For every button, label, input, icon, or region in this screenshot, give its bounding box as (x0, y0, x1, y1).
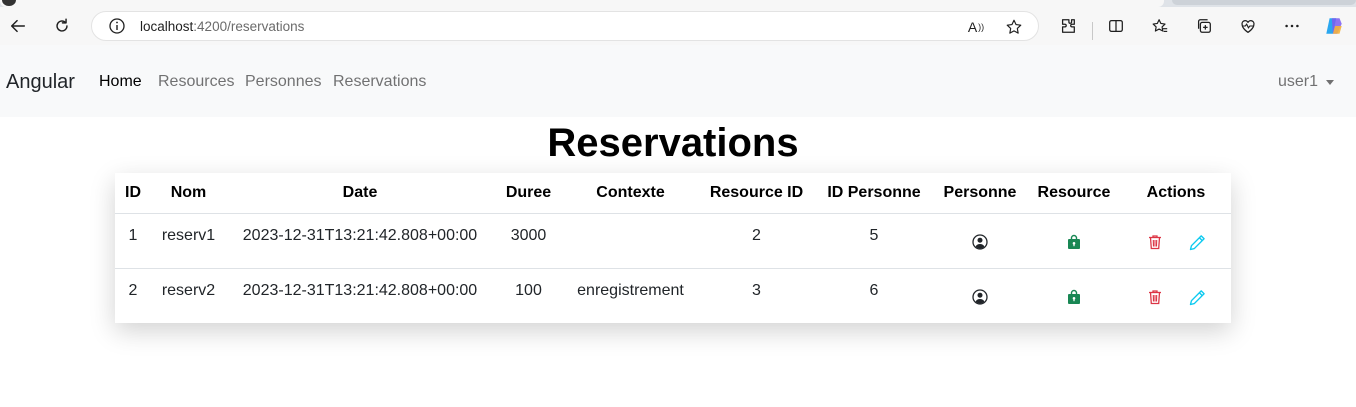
header-personne: Personne (943, 184, 1017, 201)
lock-bag-icon[interactable] (1064, 287, 1084, 307)
cell-contexte: enregistrement (577, 282, 684, 299)
read-aloud-glyph: A (967, 19, 978, 35)
performance-icon[interactable] (1235, 13, 1261, 39)
cell-actions (1121, 214, 1231, 268)
favorite-star-icon[interactable] (1004, 17, 1024, 37)
reservations-table-card: ID Nom Date Duree Contexte Resource ID I… (115, 173, 1231, 323)
more-icon[interactable] (1279, 13, 1305, 39)
cell-duree: 100 (515, 282, 542, 299)
url-host: localhost (140, 19, 194, 34)
browser-tab-strip (0, 0, 1356, 7)
cell-resource (1027, 214, 1121, 268)
page-title: Reservations (547, 121, 799, 165)
cell-id-personne: 6 (869, 282, 879, 299)
address-bar[interactable]: localhost:4200/reservations A)) (91, 11, 1039, 41)
user-dropdown[interactable]: user1 (1278, 73, 1335, 91)
nav-link-reservations[interactable]: Reservations (333, 73, 426, 91)
nav-link-personnes[interactable]: Personnes (245, 73, 322, 91)
nav-link-resources[interactable]: Resources (158, 73, 234, 91)
copilot-icon[interactable] (1321, 13, 1347, 39)
info-icon[interactable] (108, 17, 126, 35)
header-resource-id: Resource ID (709, 184, 804, 201)
cell-personne (933, 269, 1027, 324)
cell-resource-id: 2 (752, 227, 761, 244)
header-actions: Actions (1146, 184, 1206, 201)
trash-icon[interactable] (1145, 232, 1165, 252)
url-path: :4200/reservations (193, 19, 305, 34)
header-date: Date (342, 184, 378, 201)
pencil-icon[interactable] (1187, 287, 1207, 307)
header-id: ID (125, 184, 141, 201)
cell-duree: 3000 (510, 227, 547, 244)
cell-actions (1121, 269, 1231, 324)
pencil-icon[interactable] (1187, 232, 1207, 252)
browser-toolbar: localhost:4200/reservations A)) (0, 7, 1356, 45)
cell-date: 2023-12-31T13:21:42.808+00:00 (242, 227, 478, 244)
person-circle-icon[interactable] (970, 287, 990, 307)
cell-nom: reserv2 (161, 282, 216, 299)
url-text[interactable]: localhost:4200/reservations (140, 19, 304, 34)
reservations-table: ID Nom Date Duree Contexte Resource ID I… (115, 173, 1231, 324)
toolbar-divider (1092, 22, 1093, 40)
person-circle-icon[interactable] (970, 232, 990, 252)
header-id-personne: ID Personne (827, 184, 921, 201)
header-contexte: Contexte (596, 184, 665, 201)
trash-icon[interactable] (1145, 287, 1165, 307)
lock-bag-icon[interactable] (1064, 232, 1084, 252)
navbar-brand[interactable]: Angular (6, 71, 75, 94)
refresh-icon[interactable] (49, 13, 75, 39)
collections-icon[interactable] (1191, 13, 1217, 39)
split-screen-icon[interactable] (1103, 13, 1129, 39)
cell-resource (1027, 269, 1121, 324)
nav-link-home[interactable]: Home (99, 73, 142, 91)
browser-tab-inactive[interactable] (1172, 0, 1356, 5)
read-aloud-icon[interactable]: A)) (966, 17, 986, 37)
user-name: user1 (1278, 73, 1319, 90)
cell-id: 1 (128, 227, 138, 244)
table-header-row: ID Nom Date Duree Contexte Resource ID I… (115, 173, 1231, 214)
cell-personne (933, 214, 1027, 268)
cell-date: 2023-12-31T13:21:42.808+00:00 (242, 282, 478, 299)
favorites-icon[interactable] (1147, 13, 1173, 39)
browser-tab-active[interactable] (0, 0, 1164, 7)
table-row: 1 reserv1 2023-12-31T13:21:42.808+00:00 … (115, 214, 1231, 269)
back-arrow-icon[interactable] (5, 13, 31, 39)
header-duree: Duree (505, 184, 552, 201)
cell-id: 2 (128, 282, 138, 299)
table-row: 2 reserv2 2023-12-31T13:21:42.808+00:00 … (115, 269, 1231, 324)
header-nom: Nom (170, 184, 207, 201)
cell-id-personne: 5 (869, 227, 879, 244)
cell-resource-id: 3 (752, 282, 761, 299)
app-navbar: Angular Home Resources Personnes Reserva… (0, 45, 1356, 117)
cell-nom: reserv1 (161, 227, 216, 244)
cell-contexte (563, 214, 698, 268)
header-resource: Resource (1037, 184, 1111, 201)
chevron-down-icon (1326, 79, 1335, 85)
extensions-icon[interactable] (1055, 13, 1081, 39)
